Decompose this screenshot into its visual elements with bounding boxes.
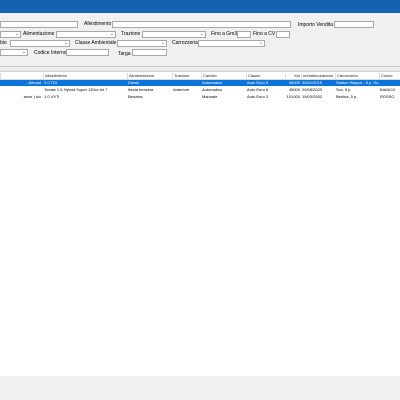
- filter-panel: Allestimento Importo Vendita ⌄ Alimentaz…: [0, 18, 400, 65]
- cell-allestimento: Tonale 1.5 Hybrid Super 130cv tct 7: [44, 87, 108, 92]
- cell-classe: Auto Euro 3: [247, 94, 269, 99]
- cell-colore: [379, 80, 400, 86]
- cell-trazione: Anteriore: [173, 87, 190, 92]
- carrozzeria-label: Carrozzeria: [172, 40, 198, 46]
- cell-classe: Auto Euro 5: [247, 80, 269, 85]
- cell-carrozzeria: Berlina, 5 p.: [336, 94, 358, 99]
- cell-alimentazione: Diesel: [128, 80, 140, 85]
- chevron-down-icon: ⌄: [21, 49, 26, 55]
- chevron-down-icon: ⌄: [160, 40, 165, 46]
- cell-cambio: Automatico: [202, 87, 223, 92]
- cell-modello: - Allroad: [26, 80, 41, 85]
- window-titlebar: [0, 0, 400, 13]
- grid-toolbar-strip: [0, 67, 400, 72]
- column-header-immatricolazione[interactable]: Immatricolazione: [301, 73, 335, 79]
- cell-alimentazione: Benzina: [128, 94, 143, 99]
- cell-allestimento: 2.0 TDI: [44, 80, 58, 85]
- column-header-kw[interactable]: Kw: [285, 73, 301, 79]
- cell-alimentazione: Ibrida benzina: [128, 87, 154, 92]
- column-header-alimentazione[interactable]: Alimentazione: [127, 73, 172, 79]
- cell-modello: ance ) s/x: [23, 94, 41, 99]
- cell-carrozzeria: Station Wagon - 5 p. Gu: [336, 80, 379, 85]
- targa-label: Targa: [118, 51, 131, 57]
- codice-interno-label: Codice Interno: [34, 50, 67, 56]
- chevron-down-icon: ⌄: [63, 40, 68, 46]
- cell-kw: 45000: [288, 87, 300, 92]
- cell-modello: [0, 87, 43, 93]
- categoria-select[interactable]: ⌄: [0, 31, 21, 38]
- column-header-carrozzeria[interactable]: Carrozzeria: [335, 73, 379, 79]
- carrozzeria-select[interactable]: ⌄: [198, 40, 265, 47]
- grid-header: Allestimento Alimentazione Trazione Camb…: [0, 73, 400, 80]
- stato-select[interactable]: ⌄: [0, 49, 28, 56]
- column-header-colore[interactable]: Colore: [379, 73, 400, 79]
- column-header-cambio[interactable]: Cambio: [201, 73, 246, 79]
- fino-a-gm3-input[interactable]: [237, 31, 251, 38]
- cell-trazione: [172, 80, 201, 86]
- cell-classe: Auto Euro 6: [247, 87, 269, 92]
- cell-colore: ROSSO: [380, 94, 395, 99]
- column-header-trazione[interactable]: Trazione: [172, 73, 201, 79]
- column-header-modello[interactable]: [0, 73, 43, 79]
- chevron-down-icon: ⌄: [199, 31, 204, 37]
- cell-cambio: Automatico: [202, 80, 223, 85]
- classe-ambientale-select[interactable]: ⌄: [117, 40, 167, 47]
- classe-ambientale-label: Classe Ambientale: [75, 40, 117, 46]
- cell-carrozzeria: Suv, 5 p.: [336, 87, 352, 92]
- table-row[interactable]: - Allroad 2.0 TDI Diesel Automatico Auto…: [0, 80, 400, 86]
- fino-a-cv-input[interactable]: [276, 31, 290, 38]
- importo-vendita-label: Importo Vendita: [298, 22, 334, 28]
- cell-colore: BIANCO: [380, 87, 396, 92]
- cell-kw: 101000: [286, 94, 300, 99]
- cell-immatricolazione: 19/03/2002: [302, 94, 323, 99]
- fino-a-cv-label: Fino a CV: [253, 31, 276, 37]
- targa-input[interactable]: [132, 49, 167, 56]
- cell-trazione: [172, 94, 201, 100]
- trazione-label: Trazione: [121, 31, 141, 37]
- chevron-down-icon: ⌄: [109, 31, 114, 37]
- cell-immatricolazione: 30/01/2015: [302, 80, 323, 85]
- column-header-allestimento[interactable]: Allestimento: [43, 73, 127, 79]
- table-row[interactable]: ance ) s/x 1.0 VVTi Benzina Manuale Auto…: [0, 94, 400, 100]
- cell-kw: 45000: [288, 80, 300, 85]
- cell-immatricolazione: 20/08/2023: [302, 87, 323, 92]
- importo-vendita-input[interactable]: [334, 21, 374, 28]
- cambio-select[interactable]: ⌄: [10, 40, 70, 47]
- allestimento-label: Allestimento: [84, 21, 112, 27]
- fino-a-gm3-label: Fino a Gm3: [211, 31, 238, 37]
- chevron-down-icon: ⌄: [14, 31, 19, 37]
- trazione-select[interactable]: ⌄: [142, 31, 206, 38]
- cell-allestimento: 1.0 VVTi: [44, 94, 60, 99]
- allestimento-input[interactable]: [112, 21, 291, 28]
- status-bar: [0, 376, 400, 400]
- codice-interno-input[interactable]: [66, 49, 109, 56]
- column-header-classe[interactable]: Classe: [246, 73, 285, 79]
- marca-modello-input[interactable]: [0, 21, 78, 28]
- table-row[interactable]: Tonale 1.5 Hybrid Super 130cv tct 7 Ibri…: [0, 87, 400, 93]
- cell-cambio: Manuale: [202, 94, 218, 99]
- chevron-down-icon: ⌄: [258, 40, 263, 46]
- alimentazione-label: Alimentazione: [23, 31, 55, 37]
- alimentazione-select[interactable]: ⌄: [56, 31, 116, 38]
- vehicles-grid: Allestimento Alimentazione Trazione Camb…: [0, 66, 400, 377]
- cambio-label: bio: [0, 40, 7, 46]
